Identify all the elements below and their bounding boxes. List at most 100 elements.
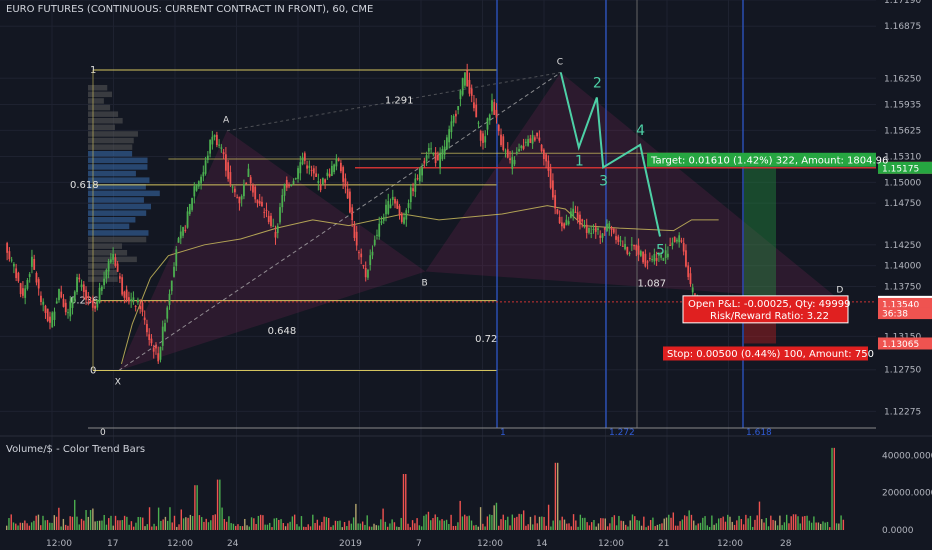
- volume-bar: [103, 514, 105, 530]
- volume-bar: [704, 516, 706, 530]
- candle-body: [461, 78, 464, 95]
- candle-body: [12, 263, 15, 267]
- candle-body: [263, 211, 266, 213]
- volume-bar: [19, 522, 22, 530]
- candle-body: [8, 251, 11, 260]
- wave-label: 3: [599, 173, 608, 189]
- volume-title: Volume/$ - Color Trend Bars: [6, 444, 146, 455]
- volume-bar: [749, 515, 752, 530]
- candle-body: [360, 253, 363, 258]
- volume-bar: [146, 524, 148, 530]
- candle-body: [175, 249, 178, 266]
- candle-body: [615, 236, 617, 240]
- volume-bar: [62, 518, 65, 530]
- volume-bar: [452, 525, 455, 530]
- volume-bar: [94, 521, 96, 530]
- volume-bar: [513, 517, 516, 530]
- time-axis-tick: 24: [227, 539, 239, 549]
- candle-body: [398, 205, 401, 216]
- volume-bar: [482, 523, 484, 530]
- volume-bar: [770, 515, 772, 530]
- volume-bar: [801, 516, 804, 530]
- volume-bar: [35, 515, 37, 530]
- price-axis-tick: 1.16250: [884, 74, 921, 84]
- volume-bar: [686, 516, 688, 530]
- volume-bar: [534, 515, 536, 530]
- volume-bar: [312, 514, 314, 530]
- volume-bar: [477, 526, 480, 530]
- candle-body: [40, 295, 42, 303]
- candle-body: [409, 187, 412, 203]
- volume-bar: [491, 515, 493, 530]
- candle-body: [96, 299, 99, 308]
- candle-body: [49, 316, 51, 323]
- volume-bar: [37, 514, 40, 530]
- candle-body: [22, 288, 24, 296]
- candle-body: [35, 273, 38, 283]
- volume-bar: [479, 507, 482, 530]
- candle-body: [339, 162, 342, 172]
- candle-body: [98, 287, 101, 303]
- volume-bar: [518, 513, 520, 530]
- volume-bar: [126, 516, 128, 530]
- candle-body: [109, 259, 112, 263]
- profile-bar: [88, 263, 115, 269]
- candle-body: [100, 286, 103, 291]
- candle-body: [78, 277, 81, 280]
- candle-body: [533, 137, 536, 141]
- volume-bar: [76, 516, 78, 530]
- candle-body: [470, 88, 473, 96]
- profile-bar: [88, 124, 115, 131]
- volume-bar: [810, 522, 813, 530]
- volume-bar: [300, 516, 303, 530]
- volume-bar: [21, 522, 24, 530]
- candle-body: [416, 178, 419, 180]
- candle-body: [380, 221, 383, 224]
- candle-body: [256, 199, 259, 204]
- candle-body: [538, 137, 541, 141]
- candle-body: [382, 217, 385, 221]
- volume-bar: [164, 516, 167, 530]
- volume-bar: [622, 521, 625, 530]
- candle-body: [601, 233, 604, 238]
- volume-bar: [652, 517, 654, 530]
- time-axis-tick: 17: [107, 539, 118, 549]
- volume-bar: [695, 525, 697, 530]
- candle-body: [166, 307, 169, 319]
- volume-bar: [640, 525, 643, 530]
- candle-body: [211, 136, 214, 145]
- volume-bar: [765, 518, 767, 530]
- volume-bar: [727, 514, 729, 530]
- volume-bar: [450, 514, 452, 530]
- candle-body: [342, 167, 345, 182]
- volume-bar: [611, 517, 613, 530]
- volume-bar: [454, 525, 457, 530]
- volume-bar: [668, 514, 670, 530]
- candle-body: [468, 79, 471, 94]
- time-axis-tick: 12:00: [46, 539, 72, 549]
- volume-bar: [232, 523, 235, 530]
- candle-body: [511, 157, 514, 169]
- candle-body: [204, 160, 207, 174]
- volume-bar: [520, 514, 523, 530]
- volume-bar: [602, 518, 604, 530]
- profile-bar: [88, 170, 136, 177]
- candle-body: [279, 207, 281, 223]
- volume-bar: [711, 515, 713, 530]
- volume-bar: [688, 510, 690, 530]
- candle-body: [385, 204, 387, 215]
- price-axis-tick: 1.15310: [884, 153, 921, 163]
- candle-body: [252, 184, 254, 193]
- volume-bar: [833, 447, 836, 530]
- candle-body: [588, 228, 590, 233]
- volume-bar: [532, 524, 534, 530]
- candle-body: [170, 280, 173, 292]
- candle-body: [236, 197, 239, 199]
- volume-bar: [643, 516, 645, 530]
- volume-bar: [298, 526, 300, 530]
- candle-body: [270, 215, 272, 226]
- volume-bar: [148, 507, 151, 530]
- volume-bar: [806, 515, 808, 530]
- candle-body: [610, 227, 613, 230]
- candle-body: [128, 297, 130, 301]
